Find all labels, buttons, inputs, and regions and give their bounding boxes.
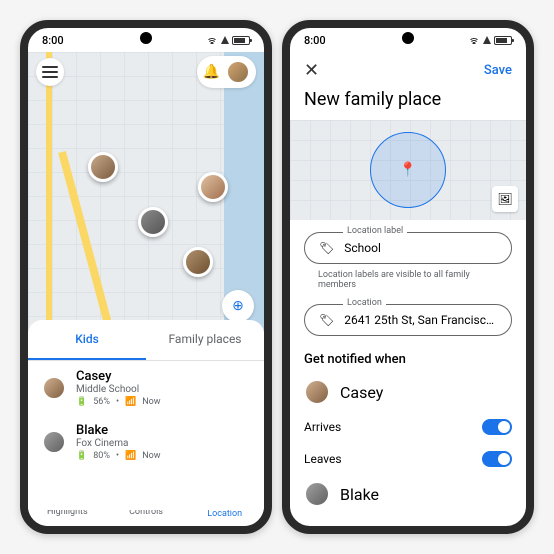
- battery-icon: [494, 36, 512, 45]
- camera-notch: [140, 32, 152, 44]
- map-preview[interactable]: 📍 🖼: [290, 120, 526, 220]
- tab-kids[interactable]: Kids: [28, 320, 146, 360]
- signal-icon: 📶: [125, 451, 136, 461]
- phone-right: 8:00 ✕ Save New family place 📍 🖼 Locatio…: [282, 20, 534, 534]
- arrives-label: Arrives: [304, 420, 341, 434]
- arrives-toggle[interactable]: [482, 419, 512, 435]
- member-row[interactable]: Casey: [290, 373, 526, 411]
- arrives-row: Arrives: [290, 411, 526, 443]
- kid-avatar: [42, 430, 66, 454]
- kid-location: Fox Cinema: [76, 438, 250, 449]
- field-value: School: [344, 241, 381, 255]
- locate-button[interactable]: ⊕: [222, 290, 254, 322]
- signal-icon: [483, 36, 491, 44]
- clock: 8:00: [42, 34, 64, 47]
- field-hint: Location labels are visible to all famil…: [290, 268, 526, 292]
- tag-icon: 🏷: [319, 241, 334, 255]
- kid-row[interactable]: Casey Middle School 🔋56%•📶Now: [28, 361, 264, 415]
- map-avatar[interactable]: [88, 152, 118, 182]
- member-name: Blake: [340, 485, 379, 504]
- pin-icon[interactable]: 📍: [399, 162, 416, 178]
- notify-heading: Get notified when: [290, 340, 526, 373]
- field-value: 2641 25th St, San Francisco, CA 9...: [344, 313, 497, 327]
- kid-location: Middle School: [76, 384, 250, 395]
- leaves-toggle[interactable]: [482, 451, 512, 467]
- member-row[interactable]: Blake: [290, 475, 526, 513]
- map-view[interactable]: 🔔 ⊕: [28, 52, 264, 332]
- bell-icon[interactable]: 🔔: [203, 64, 220, 80]
- profile-pill[interactable]: 🔔: [197, 56, 256, 88]
- map-road: [46, 52, 52, 332]
- member-avatar: [304, 481, 330, 507]
- close-icon[interactable]: ✕: [304, 60, 319, 81]
- header: ✕ Save: [290, 52, 526, 89]
- tabs: Kids Family places: [28, 320, 264, 361]
- location-address-field[interactable]: Location 🏷 2641 25th St, San Francisco, …: [304, 304, 512, 336]
- kid-name: Casey: [76, 369, 250, 384]
- camera-notch: [402, 32, 414, 44]
- field-label: Location: [343, 298, 386, 308]
- kid-row[interactable]: Blake Fox Cinema 🔋80%•📶Now: [28, 415, 264, 469]
- member-avatar: [304, 379, 330, 405]
- menu-icon[interactable]: [36, 58, 64, 86]
- map-avatar[interactable]: [198, 172, 228, 202]
- save-button[interactable]: Save: [484, 63, 512, 78]
- phone-left: 8:00 🔔 ⊕ Kids Family places: [20, 20, 272, 534]
- bottom-sheet: Kids Family places Casey Middle School 🔋…: [28, 320, 264, 510]
- location-label-field[interactable]: Location label 🏷 School: [304, 232, 512, 264]
- map-water: [224, 52, 264, 332]
- profile-avatar[interactable]: [226, 60, 250, 84]
- clock: 8:00: [304, 34, 326, 47]
- signal-icon: [221, 36, 229, 44]
- battery-icon: 🔋: [76, 451, 87, 461]
- map-avatar[interactable]: [183, 247, 213, 277]
- field-label: Location label: [343, 226, 407, 236]
- battery-icon: 🔋: [76, 397, 87, 407]
- map-avatar[interactable]: [138, 207, 168, 237]
- signal-icon: 📶: [125, 397, 136, 407]
- tab-family-places[interactable]: Family places: [146, 320, 264, 360]
- wifi-icon: [206, 36, 218, 44]
- kid-avatar: [42, 376, 66, 400]
- battery-icon: [232, 36, 250, 45]
- page-title: New family place: [290, 89, 526, 120]
- wifi-icon: [468, 36, 480, 44]
- image-button[interactable]: 🖼: [492, 186, 518, 212]
- tag-icon: 🏷: [319, 313, 334, 327]
- leaves-label: Leaves: [304, 452, 342, 466]
- kid-name: Blake: [76, 423, 250, 438]
- leaves-row: Leaves: [290, 443, 526, 475]
- member-name: Casey: [340, 383, 383, 402]
